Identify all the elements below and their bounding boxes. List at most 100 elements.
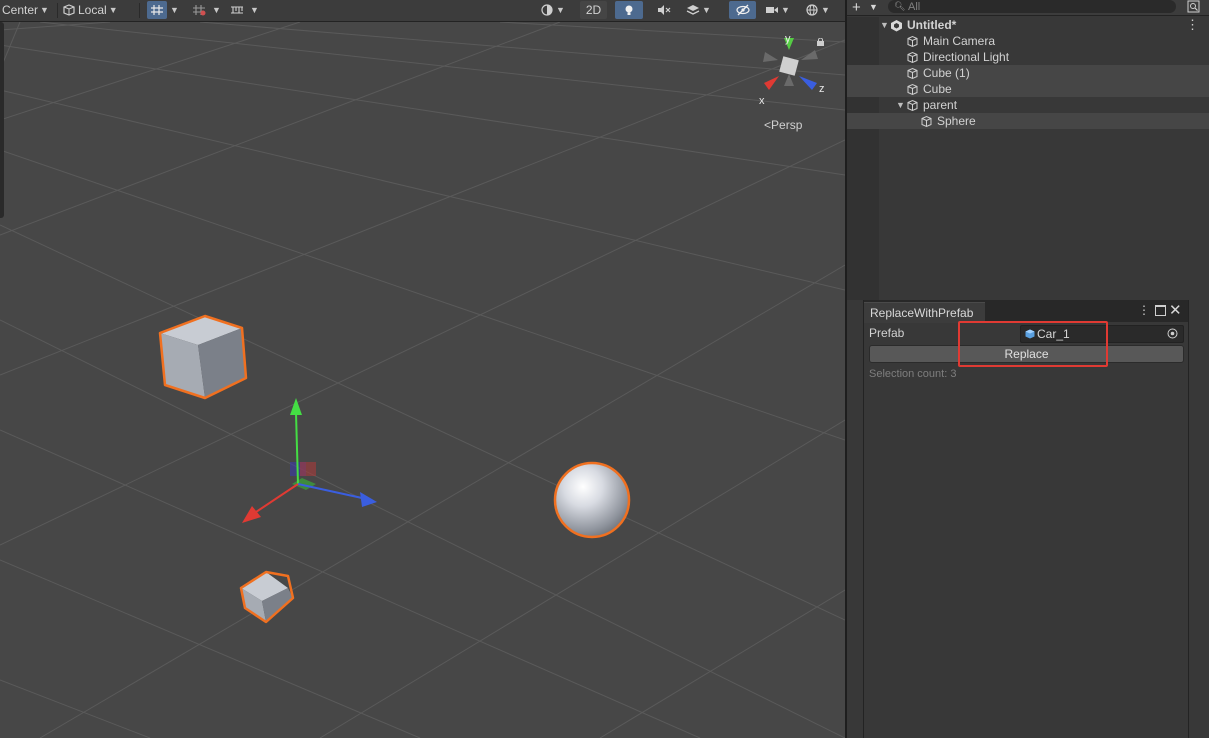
selection-count-label: Selection count: 3 <box>869 368 957 380</box>
move-gizmo[interactable] <box>242 398 377 523</box>
prefab-label: Prefab <box>869 326 905 340</box>
pivot-dropdown[interactable]: Center ▼ <box>2 1 49 19</box>
ruler-snap-dropdown[interactable]: ▼ <box>250 1 259 19</box>
object-picker-icon[interactable] <box>1167 328 1178 339</box>
camera-icon <box>766 7 778 13</box>
lock-icon[interactable] <box>816 38 825 46</box>
scene-name: Untitled* <box>907 18 957 32</box>
lightbulb-icon <box>625 5 633 15</box>
overlay-toolbar-strip[interactable] <box>0 22 4 218</box>
gameobject-cube-icon <box>907 83 918 95</box>
layers-icon <box>686 5 700 15</box>
toolbar-divider <box>139 3 140 18</box>
cube-object[interactable] <box>239 570 295 624</box>
axis-label-z: z <box>819 83 825 95</box>
globe-icon <box>806 4 818 16</box>
hierarchy-item-label: Main Camera <box>923 34 996 48</box>
pivot-label: Center <box>2 3 39 17</box>
search-icon: 🔍︎ <box>894 1 906 11</box>
space-dropdown[interactable]: Local ▼ <box>62 1 118 19</box>
cube-icon <box>63 4 75 16</box>
close-icon[interactable]: ✕ <box>1169 301 1182 319</box>
audio-toggle[interactable] <box>652 1 676 19</box>
expand-arrow-icon[interactable]: ▼ <box>879 20 890 30</box>
effects-dropdown[interactable]: ▼ <box>686 1 711 19</box>
chevron-down-icon: ▼ <box>781 5 790 15</box>
hierarchy-item-parent[interactable]: ▼ parent <box>847 97 1209 113</box>
kebab-menu-icon[interactable]: ⋮ <box>1186 17 1199 33</box>
chevron-down-icon: ▼ <box>556 5 565 15</box>
chevron-down-icon: ▼ <box>821 5 830 15</box>
orientation-gizmo[interactable]: y z x <box>757 30 837 110</box>
toggle-2d-button[interactable]: 2D <box>580 1 607 19</box>
shading-sphere-icon <box>541 4 553 16</box>
hierarchy-scene-root[interactable]: ▼ Untitled* ⋮ <box>847 17 1209 33</box>
chevron-down-icon: ▼ <box>702 5 711 15</box>
window-tab[interactable]: ReplaceWithPrefab <box>864 302 986 323</box>
grid-snap-button[interactable] <box>147 1 167 19</box>
gameobject-cube-icon <box>907 99 918 111</box>
window-tab-bar: ReplaceWithPrefab ⋮ ✕ <box>864 300 1188 323</box>
hierarchy-item-label: Cube <box>923 82 952 96</box>
gizmos-dropdown[interactable]: ▼ <box>805 1 830 19</box>
projection-label: Persp <box>771 118 803 132</box>
chevron-down-icon: ▼ <box>170 5 179 15</box>
gameobject-cube-icon <box>921 115 932 127</box>
maximize-icon[interactable] <box>1155 305 1166 316</box>
kebab-menu-icon[interactable]: ⋮ <box>1138 303 1150 317</box>
search-input[interactable] <box>908 0 1168 13</box>
scene-view[interactable]: Center ▼ Local ▼ ▼ ▼ ▼ ▼ 2D ▼ ▼ ▼ y z x … <box>0 0 845 738</box>
annotation-highlight-box <box>958 321 1108 367</box>
hierarchy-item-label: Sphere <box>937 114 976 128</box>
hierarchy-search[interactable]: 🔍︎ <box>888 0 1176 13</box>
chevron-down-icon[interactable]: ▼ <box>869 2 878 12</box>
hierarchy-item-main-camera[interactable]: Main Camera <box>847 33 1209 49</box>
unity-scene-icon <box>891 19 902 31</box>
draw-mode-dropdown[interactable]: ▼ <box>540 1 565 19</box>
toggle-2d-label: 2D <box>585 3 602 17</box>
expand-arrow-icon[interactable]: ▼ <box>895 100 906 110</box>
scene-grid <box>0 21 845 738</box>
add-icon[interactable]: + <box>852 0 861 16</box>
camera-dropdown[interactable]: ▼ <box>765 1 790 19</box>
hierarchy-item-label: Cube (1) <box>923 66 970 80</box>
space-label: Local <box>78 3 107 17</box>
gameobject-cube-icon <box>907 35 918 47</box>
chevron-down-icon: ▼ <box>212 5 221 15</box>
hierarchy-item-label: Directional Light <box>923 50 1010 64</box>
eye-slash-icon <box>735 4 750 16</box>
toolbar-divider <box>57 3 58 18</box>
window-title: ReplaceWithPrefab <box>870 306 974 320</box>
increment-snap-button[interactable] <box>192 1 206 19</box>
cube-1-object[interactable] <box>158 314 248 400</box>
gameobject-cube-icon <box>907 67 918 79</box>
hierarchy-item-sphere[interactable]: Sphere <box>847 113 1209 129</box>
grid-snap-dropdown[interactable]: ▼ <box>170 1 179 19</box>
axis-label-x: x <box>759 95 765 107</box>
increment-snap-dropdown[interactable]: ▼ <box>212 1 221 19</box>
mute-icon <box>658 5 671 15</box>
chevron-down-icon: ▼ <box>108 5 118 15</box>
hierarchy-panel: + ▼ 🔍︎ ▼ Untitled* ⋮ Main Camera Directi… <box>847 0 1209 300</box>
hierarchy-toolbar: + ▼ 🔍︎ <box>847 0 1209 16</box>
scene-visibility-toggle[interactable] <box>729 1 756 19</box>
chevron-left-icon: < <box>764 118 772 132</box>
search-options-icon[interactable] <box>1187 0 1200 13</box>
increment-snap-icon <box>193 5 206 16</box>
gameobject-cube-icon <box>907 51 918 63</box>
sphere-object[interactable] <box>553 461 631 539</box>
chevron-down-icon: ▼ <box>40 5 49 15</box>
chevron-down-icon: ▼ <box>250 5 259 15</box>
axis-label-y: y <box>785 33 791 45</box>
hierarchy-item-cube-1[interactable]: Cube (1) <box>847 65 1209 81</box>
scene-viewport[interactable] <box>0 0 845 738</box>
ruler-icon <box>231 6 243 14</box>
grid-snap-icon <box>151 5 163 15</box>
ruler-snap-button[interactable] <box>230 1 244 19</box>
scene-toolbar: Center ▼ Local ▼ ▼ ▼ ▼ ▼ 2D ▼ ▼ ▼ <box>0 0 845 22</box>
hierarchy-item-label: parent <box>923 98 958 112</box>
lighting-toggle[interactable] <box>615 1 643 19</box>
hierarchy-item-cube[interactable]: Cube <box>847 81 1209 97</box>
hierarchy-item-directional-light[interactable]: Directional Light <box>847 49 1209 65</box>
camera-projection-toggle[interactable]: <Persp <box>764 118 802 132</box>
